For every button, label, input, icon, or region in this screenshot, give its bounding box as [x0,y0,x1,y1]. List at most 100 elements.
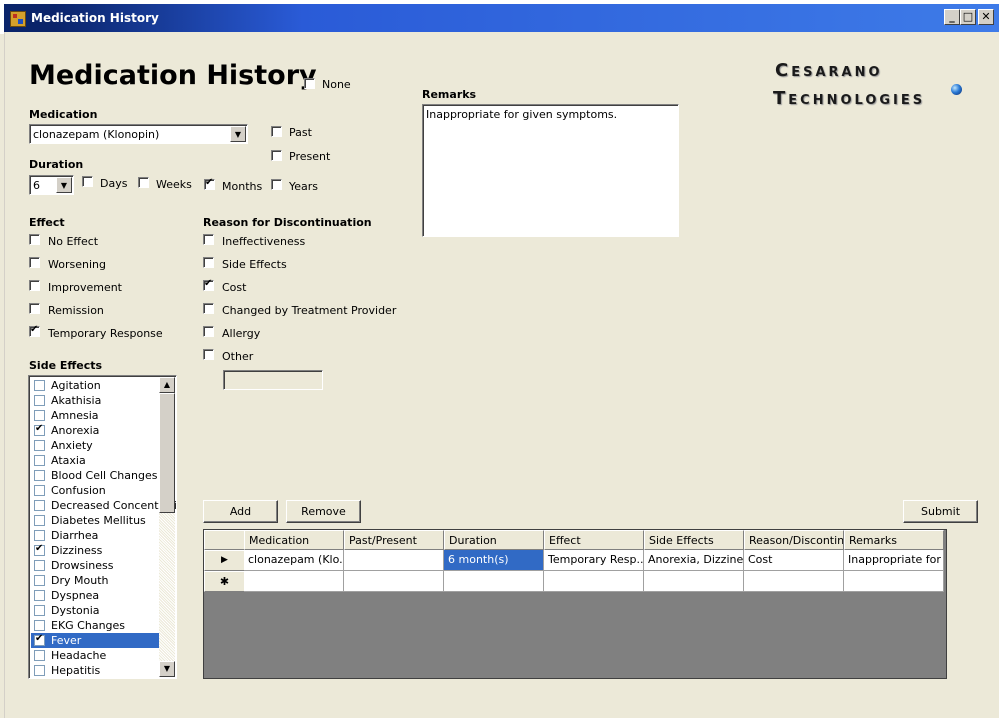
effect-checkbox-temporary-response[interactable] [29,324,40,337]
grid-cell-duration[interactable]: 6 month(s) [444,550,544,571]
side-effect-item-akathisia[interactable]: Akathisia [31,393,159,408]
side-effect-checkbox[interactable] [34,380,45,391]
grid-new-row-cell[interactable] [444,571,544,592]
grid-new-row-cell[interactable] [644,571,744,592]
minimize-button[interactable]: _ [944,9,960,25]
side-effect-item-agitation[interactable]: Agitation [31,378,159,393]
grid-cell-remarks[interactable]: Inappropriate for ... [844,550,944,571]
grid-column-header-side-effects[interactable]: Side Effects [644,530,744,550]
reason-checkbox-side-effects[interactable] [203,257,214,268]
side-effect-item-anorexia[interactable]: Anorexia [31,423,159,438]
side-effect-checkbox[interactable] [34,455,45,466]
side-effect-item-diarrhea[interactable]: Diarrhea [31,528,159,543]
reason-checkbox-other[interactable] [203,349,214,360]
side-effect-item-hepatitis[interactable]: Hepatitis [31,663,159,678]
other-reason-input[interactable] [223,370,323,390]
grid-new-row-cell[interactable] [844,571,944,592]
side-effect-item-ataxia[interactable]: Ataxia [31,453,159,468]
grid-new-row-cell[interactable] [344,571,444,592]
chevron-down-icon[interactable]: ▼ [230,126,246,142]
years-checkbox[interactable] [271,179,282,190]
side-effect-checkbox[interactable] [34,590,45,601]
grid-new-row-cell[interactable] [244,571,344,592]
reason-checkbox-changed-by-treatment-provider[interactable] [203,303,214,314]
side-effect-checkbox[interactable] [34,395,45,406]
grid-cell-side-effects[interactable]: Anorexia, Dizzine... [644,550,744,571]
side-effect-checkbox[interactable] [34,575,45,586]
side-effect-item-dizziness[interactable]: Dizziness [31,543,159,558]
side-effect-item-amnesia[interactable]: Amnesia [31,408,159,423]
present-checkbox[interactable] [271,150,282,161]
side-effect-checkbox[interactable] [34,515,45,526]
side-effects-scrollbar[interactable]: ▲ ▼ [159,377,175,677]
side-effect-checkbox[interactable] [34,485,45,496]
side-effect-item-ekg-changes[interactable]: EKG Changes [31,618,159,633]
effect-checkbox-worsening[interactable] [29,257,40,268]
side-effect-checkbox[interactable] [34,633,45,646]
grid-cell-reason-discontinu[interactable]: Cost [744,550,844,571]
scroll-thumb[interactable] [159,393,175,513]
effect-checkbox-improvement[interactable] [29,280,40,291]
scroll-down-icon[interactable]: ▼ [159,661,175,677]
grid-column-header-past-present[interactable]: Past/Present [344,530,444,550]
grid-cell-past-present[interactable] [344,550,444,571]
remove-button[interactable]: Remove [286,500,361,523]
grid-cell-medication[interactable]: clonazepam (Klo... [244,550,344,571]
grid-cell-effect[interactable]: Temporary Resp... [544,550,644,571]
none-checkbox[interactable] [304,78,315,89]
effect-checkbox-no-effect[interactable] [29,234,40,245]
chevron-down-icon[interactable]: ▼ [56,177,72,193]
side-effect-checkbox[interactable] [34,410,45,421]
side-effects-list[interactable]: Agitation Akathisia Amnesia Anorexia Anxiety… [28,375,177,679]
effect-checkbox-remission[interactable] [29,303,40,314]
weeks-checkbox[interactable] [138,177,149,188]
grid-new-row-cell[interactable] [744,571,844,592]
side-effect-item-headache[interactable]: Headache [31,648,159,663]
reason-checkbox-cost[interactable] [203,278,214,291]
side-effect-checkbox[interactable] [34,440,45,451]
grid-column-header-effect[interactable]: Effect [544,530,644,550]
grid-column-header-remarks[interactable]: Remarks [844,530,944,550]
grid-new-row-icon[interactable]: ✱ [204,571,245,592]
grid-column-header-reason-discontinu[interactable]: Reason/Discontinu [744,530,844,550]
grid-corner-header[interactable] [204,530,245,550]
side-effect-checkbox[interactable] [34,530,45,541]
side-effect-item-fever[interactable]: Fever [31,633,159,648]
remarks-textarea[interactable]: Inappropriate for given symptoms. [422,104,679,237]
side-effect-item-dry-mouth[interactable]: Dry Mouth [31,573,159,588]
side-effect-item-dyspnea[interactable]: Dyspnea [31,588,159,603]
side-effect-checkbox[interactable] [34,470,45,481]
past-checkbox[interactable] [271,126,282,137]
side-effect-checkbox[interactable] [34,543,45,556]
side-effect-item-blood-cell-changes[interactable]: Blood Cell Changes [31,468,159,483]
grid-row-header-current-icon[interactable]: ▶ [204,550,245,571]
side-effect-item-anxiety[interactable]: Anxiety [31,438,159,453]
side-effect-item-drowsiness[interactable]: Drowsiness [31,558,159,573]
close-button[interactable]: ✕ [978,9,994,25]
side-effect-item-dystonia[interactable]: Dystonia [31,603,159,618]
duration-dropdown[interactable]: 6 ▼ [29,175,74,195]
side-effect-checkbox[interactable] [34,605,45,616]
medication-history-grid[interactable]: Medication Past/Present Duration Effect Side… [203,529,947,679]
grid-column-header-medication[interactable]: Medication [244,530,344,550]
side-effect-checkbox[interactable] [34,665,45,676]
scroll-up-icon[interactable]: ▲ [159,377,175,393]
side-effect-checkbox[interactable] [34,560,45,571]
add-button[interactable]: Add [203,500,278,523]
side-effect-checkbox[interactable] [34,620,45,631]
side-effect-checkbox[interactable] [34,650,45,661]
reason-checkbox-allergy[interactable] [203,326,214,337]
side-effect-item-decreased-concentrati[interactable]: Decreased Concentrati [31,498,176,513]
side-effect-checkbox[interactable] [34,500,45,511]
medication-dropdown[interactable]: clonazepam (Klonopin) ▼ [29,124,248,144]
side-effect-item-confusion[interactable]: Confusion [31,483,159,498]
days-checkbox[interactable] [82,176,93,187]
submit-button[interactable]: Submit [903,500,978,523]
maximize-button[interactable]: □ [960,9,976,25]
reason-checkbox-ineffectiveness[interactable] [203,234,214,245]
side-effect-checkbox[interactable] [34,423,45,436]
months-checkbox[interactable] [204,177,215,190]
side-effect-item-diabetes-mellitus[interactable]: Diabetes Mellitus [31,513,159,528]
grid-new-row-cell[interactable] [544,571,644,592]
grid-column-header-duration[interactable]: Duration [444,530,544,550]
